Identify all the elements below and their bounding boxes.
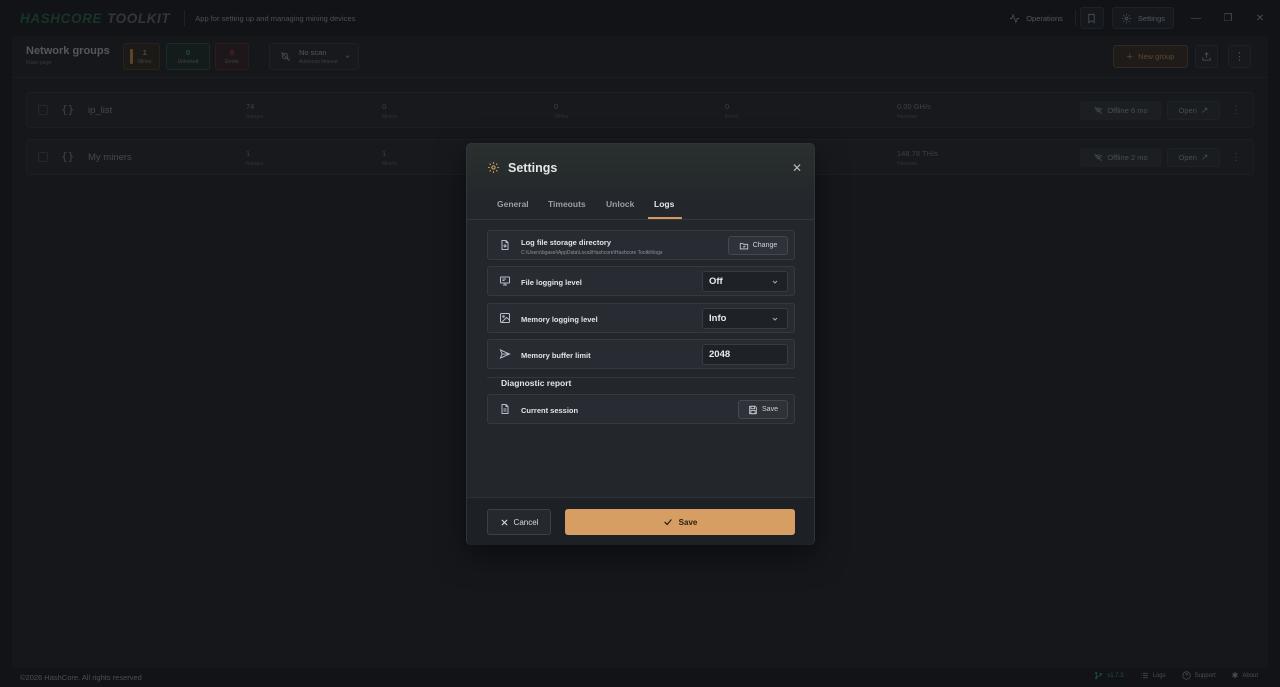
buffer-limit-input[interactable]: 2048 bbox=[702, 344, 788, 365]
modal-footer: Cancel Save bbox=[467, 497, 814, 545]
buffer-limit-value: 2048 bbox=[709, 349, 731, 360]
file-logging-label: File logging level bbox=[521, 278, 582, 287]
memory-logging-label: Memory logging level bbox=[521, 315, 598, 324]
close-icon[interactable]: ✕ bbox=[792, 161, 802, 175]
file-logging-select[interactable]: Off bbox=[702, 271, 788, 292]
save-session-button[interactable]: Save bbox=[738, 400, 788, 419]
change-label: Change bbox=[752, 242, 778, 249]
file-logging-card: File logging level Off bbox=[487, 266, 795, 296]
settings-tabs: General Timeouts Unlock Logs bbox=[467, 194, 814, 220]
file-logging-value: Off bbox=[709, 276, 723, 287]
log-directory-path: C:\Users\bgasel\AppData\Local\Hashcore\H… bbox=[521, 250, 663, 256]
memory-logging-card: Memory logging level Info bbox=[487, 303, 795, 333]
gear-icon bbox=[488, 162, 499, 173]
settings-modal: Settings ✕ General Timeouts Unlock Logs … bbox=[466, 143, 815, 545]
folder-icon bbox=[739, 242, 748, 249]
change-directory-button[interactable]: Change bbox=[728, 236, 788, 255]
image-icon bbox=[500, 313, 510, 323]
tab-general[interactable]: General bbox=[497, 199, 529, 209]
buffer-limit-card: Memory buffer limit 2048 bbox=[487, 339, 795, 369]
active-tab-indicator bbox=[648, 217, 682, 219]
x-icon bbox=[501, 518, 508, 526]
log-directory-card: Log file storage directory C:\Users\bgas… bbox=[487, 230, 795, 260]
modal-title: Settings bbox=[508, 161, 558, 175]
chevron-down-icon bbox=[772, 280, 778, 284]
save-label: Save bbox=[678, 517, 698, 527]
file-download-icon bbox=[501, 240, 509, 250]
cancel-button[interactable]: Cancel bbox=[487, 509, 551, 535]
diagnostic-report-title: Diagnostic report bbox=[501, 378, 572, 388]
tab-unlock[interactable]: Unlock bbox=[606, 199, 634, 209]
memory-logging-value: Info bbox=[709, 313, 727, 324]
send-icon bbox=[499, 349, 511, 359]
save-session-label: Save bbox=[762, 406, 778, 413]
document-icon bbox=[501, 404, 509, 414]
buffer-limit-label: Memory buffer limit bbox=[521, 351, 591, 360]
chevron-down-icon bbox=[772, 317, 778, 321]
tab-logs[interactable]: Logs bbox=[654, 199, 674, 209]
log-directory-label: Log file storage directory bbox=[521, 238, 612, 247]
modal-header: Settings ✕ bbox=[467, 144, 814, 194]
monitor-icon bbox=[500, 276, 510, 286]
save-button[interactable]: Save bbox=[565, 509, 795, 535]
check-icon bbox=[663, 519, 672, 526]
cancel-label: Cancel bbox=[513, 517, 539, 527]
floppy-icon bbox=[749, 405, 757, 414]
current-session-label: Current session bbox=[521, 406, 579, 415]
memory-logging-select[interactable]: Info bbox=[702, 308, 788, 329]
tab-timeouts[interactable]: Timeouts bbox=[548, 199, 586, 209]
current-session-card: Current session Save bbox=[487, 394, 795, 424]
